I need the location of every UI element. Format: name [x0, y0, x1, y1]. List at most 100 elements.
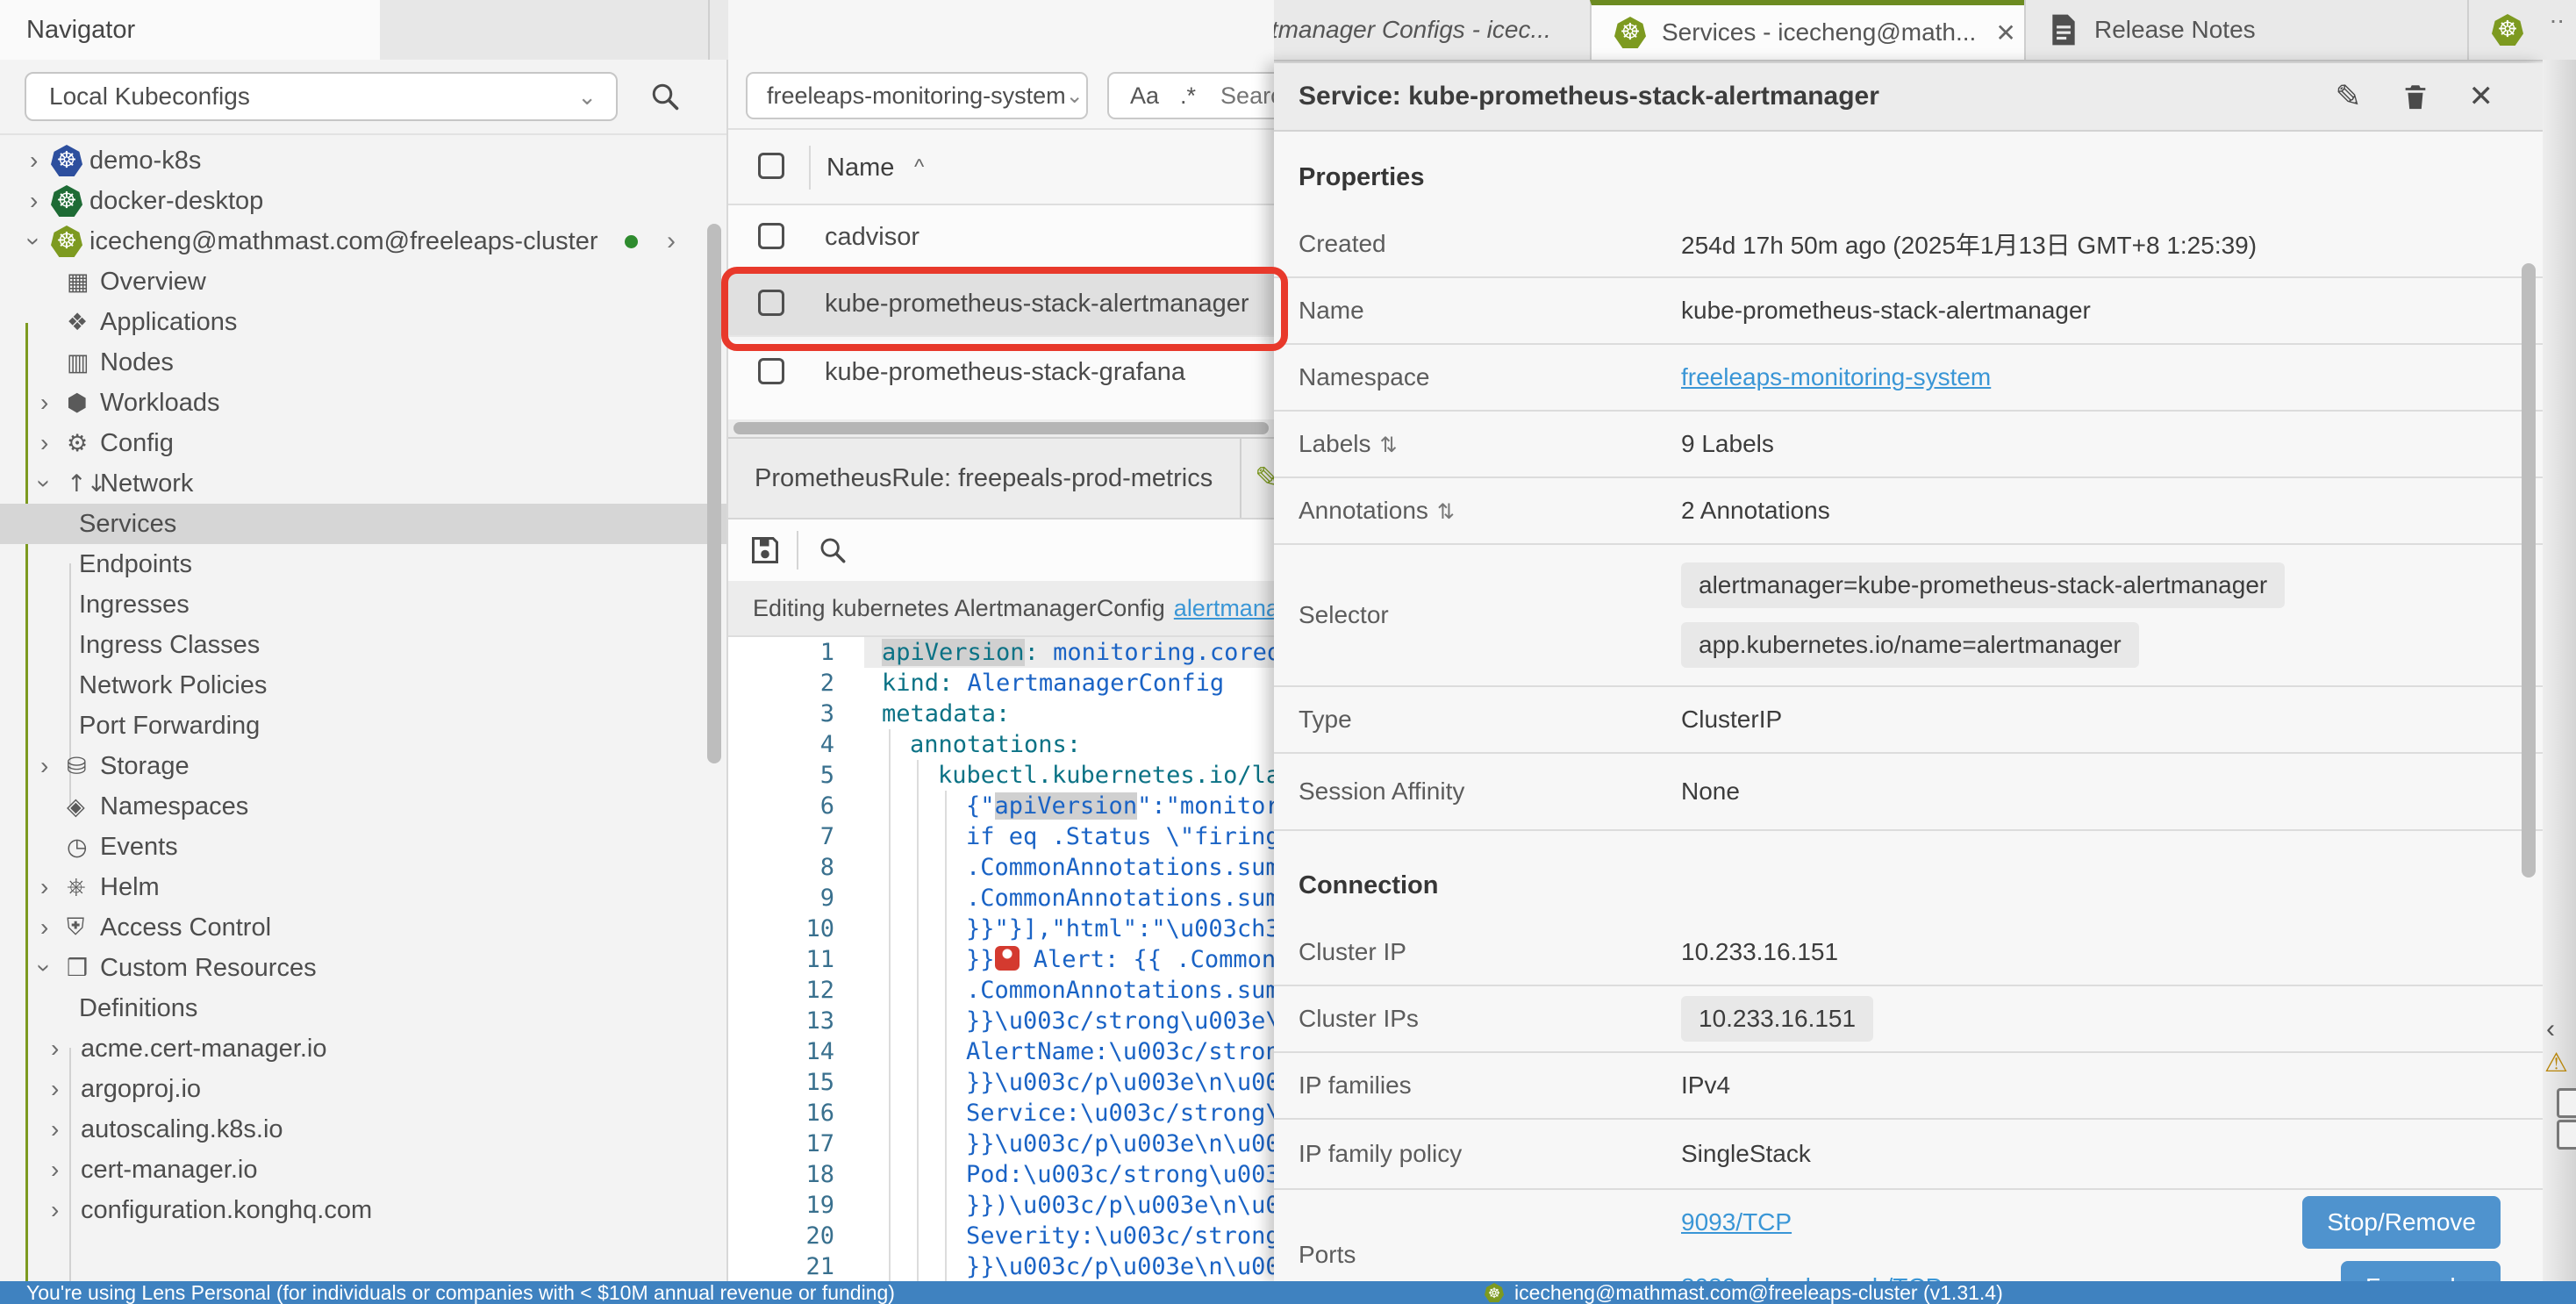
- detail-value-column: kube-prometheus-stack-alertmanager: [1681, 297, 2543, 325]
- sidebar-item-definitions[interactable]: Definitions: [0, 988, 728, 1028]
- drawer-scrollbar-thumb[interactable]: [2522, 263, 2536, 878]
- chevron-collapsed-icon[interactable]: ›: [51, 1150, 59, 1190]
- sidebar-item-custom-resources[interactable]: ›❒ Custom Resources: [0, 948, 728, 988]
- sidebar-item-network-policies[interactable]: Network Policies: [0, 665, 728, 706]
- editing-resource-link[interactable]: alertmanager: [1174, 595, 1274, 622]
- sidebar-item-config[interactable]: ›⚙Config: [0, 423, 728, 463]
- sidebar-item-label: Workloads: [100, 383, 219, 423]
- top-bar: Navigator ☸Pods - icecheng@mathmas...☸Al…: [0, 0, 2576, 61]
- sidebar-item-label: Ingresses: [79, 584, 190, 625]
- indent-guide: [917, 883, 919, 914]
- chevron-collapsed-icon[interactable]: ›: [40, 383, 48, 423]
- sort-toggle-icon[interactable]: ⇅: [1380, 433, 1398, 457]
- sidebar-item-helm[interactable]: ›⎈Helm: [0, 867, 728, 907]
- line-number: 4: [728, 729, 834, 760]
- edit-icon[interactable]: ✎: [2335, 79, 2361, 115]
- namespace-link[interactable]: freeleaps-monitoring-system: [1681, 363, 1991, 391]
- token: .CommonAnnotations.summary }}: [966, 977, 1274, 1004]
- code-text: Pod:\u003c/strong\u003e {{ .Co: [966, 1159, 1274, 1190]
- sidebar-item-configuration-konghq-com[interactable]: ›configuration.konghq.com: [0, 1190, 728, 1230]
- regex-toggle[interactable]: .*: [1180, 82, 1196, 110]
- token: apiVersion: [882, 639, 1025, 666]
- port-action-button[interactable]: Forward...: [2341, 1261, 2501, 1281]
- line-number: 1: [728, 637, 834, 668]
- chevron-collapsed-icon[interactable]: ›: [40, 746, 48, 786]
- chevron-expanded-icon[interactable]: ›: [14, 237, 54, 245]
- sidebar-item-overview[interactable]: ▦Overview: [0, 262, 728, 302]
- lens-app-window: Navigator ☸Pods - icecheng@mathmas...☸Al…: [0, 0, 2576, 1304]
- sidebar-item-autoscaling-k8s-io[interactable]: ›autoscaling.k8s.io: [0, 1109, 728, 1150]
- sidebar-item-access-control[interactable]: ›⛨Access Control: [0, 907, 728, 948]
- sidebar-item-cert-manager-io[interactable]: ›cert-manager.io: [0, 1150, 728, 1190]
- sidebar-item-port-forwarding[interactable]: Port Forwarding: [0, 706, 728, 746]
- sidebar-item-ingresses[interactable]: Ingresses: [0, 584, 728, 625]
- sidebar-item-label: Custom Resources: [100, 948, 317, 988]
- tab-release[interactable]: Release Notes: [2024, 0, 2467, 60]
- port-link[interactable]: 9093/TCP: [1681, 1208, 1792, 1236]
- detail-row-annotations: Annotations⇅2 Annotations: [1274, 478, 2543, 545]
- row-checkbox[interactable]: [758, 358, 784, 384]
- row-checkbox[interactable]: [758, 223, 784, 249]
- table-row[interactable]: cadvisor: [728, 205, 1274, 270]
- sidebar-item-nodes[interactable]: ▥Nodes: [0, 342, 728, 383]
- sidebar-item-workloads[interactable]: ›⬢Workloads: [0, 383, 728, 423]
- sidebar-item-demo-k8s[interactable]: ›☸demo-k8s: [0, 140, 728, 181]
- match-case-toggle[interactable]: Aa: [1130, 82, 1159, 110]
- detail-label: IP families: [1299, 1071, 1681, 1100]
- chevron-collapsed-icon[interactable]: ›: [40, 907, 48, 948]
- chevron-expanded-icon[interactable]: ›: [25, 964, 65, 971]
- yaml-editor[interactable]: 1apiVersion: monitoring.coreos.com/v12ki…: [728, 637, 1274, 1281]
- save-icon[interactable]: [749, 534, 781, 566]
- line-number: 2: [728, 668, 834, 699]
- chevron-collapsed-icon[interactable]: ›: [40, 867, 48, 907]
- sidebar-item-icecheng-mathmast-com-freeleaps-cluster[interactable]: ›☸icecheng@mathmast.com@freeleaps-cluste…: [0, 221, 728, 262]
- sidebar-item-endpoints[interactable]: Endpoints: [0, 544, 728, 584]
- sidebar-item-services[interactable]: Services: [0, 504, 728, 544]
- detail-label: Namespace: [1299, 363, 1681, 391]
- panel-divider: [1240, 439, 1241, 518]
- chevron-collapsed-icon[interactable]: ›: [51, 1028, 59, 1069]
- edit-icon[interactable]: ✎: [1255, 439, 1274, 518]
- sort-ascending-icon[interactable]: ^: [914, 130, 924, 205]
- chevron-collapsed-icon[interactable]: ›: [30, 181, 38, 221]
- editor-search-icon[interactable]: [818, 535, 848, 565]
- port-action-button[interactable]: Stop/Remove: [2302, 1196, 2501, 1249]
- sidebar-item-storage[interactable]: ›⛁Storage: [0, 746, 728, 786]
- sidebar-item-acme-cert-manager-io[interactable]: ›acme.cert-manager.io: [0, 1028, 728, 1069]
- tab-services[interactable]: ☸Services - icecheng@math...✕: [1590, 0, 2024, 60]
- tab-label: Release Notes: [2094, 16, 2256, 44]
- name-column-header[interactable]: Name: [826, 130, 894, 205]
- search-input[interactable]: [1219, 82, 1274, 111]
- chevron-collapsed-icon[interactable]: ›: [30, 140, 38, 181]
- table-row[interactable]: kube-prometheus-stack-kube-state-metrics: [728, 402, 1274, 419]
- chevron-collapsed-icon[interactable]: ›: [51, 1190, 59, 1230]
- sidebar-item-applications[interactable]: ❖Applications: [0, 302, 728, 342]
- sidebar-item-ingress-classes[interactable]: Ingress Classes: [0, 625, 728, 665]
- chevron-expanded-icon[interactable]: ›: [25, 479, 65, 487]
- line-number: 11: [728, 944, 834, 975]
- namespace-select[interactable]: freeleaps-monitoring-system ⌄: [746, 72, 1088, 119]
- chevron-collapsed-icon[interactable]: ›: [40, 423, 48, 463]
- table-horizontal-scrollbar-thumb[interactable]: [733, 422, 1269, 434]
- sidebar-item-label: Namespaces: [100, 786, 248, 827]
- chevron-collapsed-icon[interactable]: ›: [51, 1069, 59, 1109]
- search-icon[interactable]: [649, 81, 681, 112]
- sidebar-item-network[interactable]: ›↑↓Network: [0, 463, 728, 504]
- sidebar-item-argoproj-io[interactable]: ›argoproj.io: [0, 1069, 728, 1109]
- sidebar-item-namespaces[interactable]: ◈Namespaces: [0, 786, 728, 827]
- close-icon[interactable]: ✕: [2469, 79, 2494, 114]
- cluster-open-arrow[interactable]: ›: [667, 221, 676, 262]
- sidebar-item-docker-desktop[interactable]: ›☸docker-desktop: [0, 181, 728, 221]
- custom-resources-icon: ❒: [67, 948, 88, 988]
- select-all-checkbox[interactable]: [758, 153, 784, 179]
- sort-toggle-icon[interactable]: ⇅: [1437, 499, 1455, 524]
- kubeconfig-select[interactable]: Local Kubeconfigs ⌄: [25, 72, 618, 121]
- cluster-version-label: icecheng@mathmast.com@freeleaps-cluster …: [1514, 1281, 2003, 1304]
- tab-close-icon[interactable]: ✕: [1995, 18, 2015, 47]
- sidebar-item-events[interactable]: ◷Events: [0, 827, 728, 867]
- detail-value-column: ClusterIP: [1681, 706, 2543, 734]
- chevron-collapsed-icon[interactable]: ›: [51, 1109, 59, 1150]
- sidebar-scrollbar-thumb[interactable]: [707, 224, 721, 763]
- code-line: 3metadata:: [728, 699, 1274, 729]
- trash-icon[interactable]: [2401, 81, 2430, 112]
